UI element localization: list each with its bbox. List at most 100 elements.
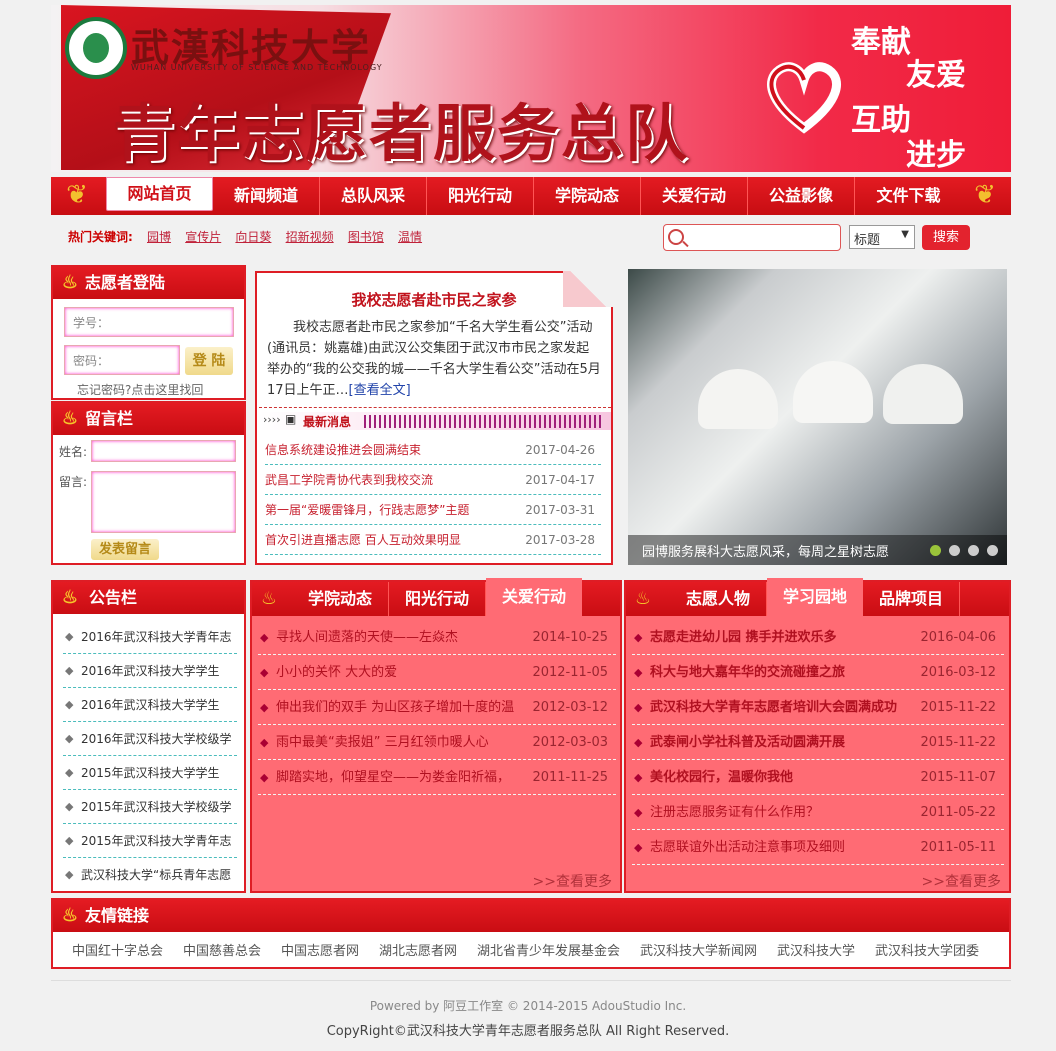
item-date: 2012-03-03 [532, 735, 608, 750]
message-textarea[interactable] [91, 471, 236, 533]
list-item[interactable]: 寻找人间遗落的天使——左焱杰 2014-10-25 [258, 620, 616, 655]
submit-message-button[interactable]: 发表留言 [91, 539, 159, 560]
notice-item[interactable]: 2016年武汉科技大学校级学 [63, 722, 237, 756]
list-item[interactable]: 科大与地大嘉年华的交流碰撞之旅 2016-03-12 [632, 655, 1004, 690]
news-date: 2017-04-17 [525, 473, 595, 487]
notice-item[interactable]: 2016年武汉科技大学青年志 [63, 620, 237, 654]
list-item[interactable]: 小小的关怀 大大的爱 2012-11-05 [258, 655, 616, 690]
notice-item[interactable]: 2015年武汉科技大学青年志 [63, 824, 237, 858]
search-input[interactable] [663, 224, 841, 251]
keyword-link[interactable]: 园博 [147, 230, 171, 244]
read-more-link[interactable]: [查看全文] [349, 383, 411, 398]
notice-item[interactable]: 2016年武汉科技大学学生 [63, 688, 237, 722]
news-date: 2017-03-31 [525, 503, 595, 517]
nav-college[interactable]: 学院动态 [534, 177, 641, 215]
news-row[interactable]: 第一届“爱暖雷锋月，行践志愿梦”主题 2017-03-31 [265, 495, 601, 525]
name-field[interactable] [91, 440, 236, 462]
item-title[interactable]: 志愿联谊外出活动注意事项及细则 [650, 840, 845, 855]
tv-icon: ▣ [285, 412, 297, 426]
item-title[interactable]: 美化校园行，温暖你我他 [650, 770, 793, 785]
list-item[interactable]: 志愿走进幼儿园 携手并进欢乐多 2016-04-06 [632, 620, 1004, 655]
item-title[interactable]: 小小的关怀 大大的爱 [276, 665, 397, 680]
notice-item[interactable]: 2015年武汉科技大学校级学 [63, 790, 237, 824]
item-title[interactable]: 志愿走进幼儿园 携手并进欢乐多 [650, 630, 837, 645]
nav-downloads[interactable]: 文件下载 [855, 177, 962, 215]
tab-people[interactable]: 志愿人物 [670, 582, 768, 616]
list-item[interactable]: 脚踏实地，仰望星空——为娄金阳祈福， 2011-11-25 [258, 760, 616, 795]
notice-item[interactable]: 2016年武汉科技大学学生 [63, 654, 237, 688]
friend-link[interactable]: 中国慈善总会 [183, 940, 261, 959]
item-title[interactable]: 脚踏实地，仰望星空——为娄金阳祈福， [276, 770, 510, 785]
nav-care[interactable]: 关爱行动 [641, 177, 748, 215]
friend-link[interactable]: 湖北志愿者网 [379, 940, 457, 959]
keyword-link[interactable]: 招新视频 [286, 230, 334, 244]
tab-care[interactable]: 关爱行动 [486, 578, 583, 616]
news-title[interactable]: 武昌工学院青协代表到我校交流 [265, 473, 433, 487]
list-item[interactable]: 武汉科技大学青年志愿者培训大会圆满成功 2015-11-22 [632, 690, 1004, 725]
item-date: 2014-10-25 [532, 630, 608, 645]
friend-link[interactable]: 湖北省青少年发展基金会 [477, 940, 620, 959]
keyword-link[interactable]: 图书馆 [348, 230, 384, 244]
item-title[interactable]: 寻找人间遗落的天使——左焱杰 [276, 630, 458, 645]
student-id-field[interactable]: 学号： [64, 307, 234, 337]
item-title[interactable]: 雨中最美“卖报姐” 三月红领巾暖人心 [276, 735, 489, 750]
more-link[interactable]: >>查看更多 [922, 871, 1001, 891]
forgot-password-link[interactable]: 忘记密码?点击这里找回 [77, 381, 203, 398]
login-header: ♨ 志愿者登陆 [53, 267, 244, 299]
feature-title[interactable]: 我校志愿者赴市民之家参 [257, 289, 611, 310]
friend-link[interactable]: 中国志愿者网 [281, 940, 359, 959]
torch-icon: ♨ [61, 587, 79, 608]
more-link[interactable]: >>查看更多 [533, 871, 612, 891]
list-item[interactable]: 雨中最美“卖报姐” 三月红领巾暖人心 2012-03-03 [258, 725, 616, 760]
nav-images[interactable]: 公益影像 [748, 177, 855, 215]
friend-link[interactable]: 中国红十字总会 [72, 940, 163, 959]
news-title[interactable]: 信息系统建设推进会圆满结束 [265, 443, 421, 457]
list-item[interactable]: 伸出我们的双手 为山区孩子增加十度的温 2012-03-12 [258, 690, 616, 725]
nav-team[interactable]: 总队风采 [320, 177, 427, 215]
chevron-down-icon: ▼ [901, 229, 909, 240]
tab-brand[interactable]: 品牌项目 [863, 582, 961, 616]
search-type-select[interactable]: 标题 ▼ [849, 225, 915, 249]
item-title[interactable]: 伸出我们的双手 为山区孩子增加十度的温 [276, 700, 514, 715]
keyword-link[interactable]: 温情 [398, 230, 422, 244]
item-title[interactable]: 注册志愿服务证有什么作用？ [650, 805, 819, 820]
item-title[interactable]: 武泰闸小学社科普及活动圆满开展 [650, 735, 845, 750]
photo-slideshow[interactable]: 园博服务展科大志愿风采，每周之星树志愿 [628, 269, 1007, 565]
keyword-link[interactable]: 向日葵 [235, 230, 271, 244]
name-label: 姓名: [59, 445, 88, 459]
tab-study[interactable]: 学习园地 [767, 578, 864, 616]
login-panel: ♨ 志愿者登陆 学号： 密码： 登 陆 忘记密码?点击这里找回 [51, 265, 246, 400]
keyword-link[interactable]: 宣传片 [185, 230, 221, 244]
notice-item[interactable]: 武汉科技大学“标兵青年志愿 [63, 858, 237, 892]
list-item[interactable]: 志愿联谊外出活动注意事项及细则 2011-05-11 [632, 830, 1004, 865]
item-title[interactable]: 科大与地大嘉年华的交流碰撞之旅 [650, 665, 845, 680]
notice-item[interactable]: 2015年武汉科技大学学生 [63, 756, 237, 790]
login-button[interactable]: 登 陆 [185, 347, 233, 375]
tab-sunshine[interactable]: 阳光行动 [389, 582, 487, 616]
nav-home[interactable]: 网站首页 [106, 177, 213, 211]
friend-link[interactable]: 武汉科技大学新闻网 [640, 940, 757, 959]
message-label: 留言: [59, 475, 88, 489]
news-row[interactable]: 首次引进直播志愿 百人互动效果明显 2017-03-28 [265, 525, 601, 555]
nav-sunshine[interactable]: 阳光行动 [427, 177, 534, 215]
tab-college[interactable]: 学院动态 [292, 582, 390, 616]
slide-caption[interactable]: 园博服务展科大志愿风采，每周之星树志愿 [642, 541, 889, 560]
slide-dot[interactable] [987, 545, 998, 556]
nav-news[interactable]: 新闻频道 [213, 177, 320, 215]
cap-photo-shape [883, 364, 963, 424]
news-title[interactable]: 首次引进直播志愿 百人互动效果明显 [265, 533, 461, 547]
item-title[interactable]: 武汉科技大学青年志愿者培训大会圆满成功 [650, 700, 897, 715]
list-item[interactable]: 注册志愿服务证有什么作用？ 2011-05-22 [632, 795, 1004, 830]
news-row[interactable]: 武昌工学院青协代表到我校交流 2017-04-17 [265, 465, 601, 495]
news-row[interactable]: 信息系统建设推进会圆满结束 2017-04-26 [265, 435, 601, 465]
list-item[interactable]: 武泰闸小学社科普及活动圆满开展 2015-11-22 [632, 725, 1004, 760]
friend-link[interactable]: 武汉科技大学 [777, 940, 855, 959]
password-field[interactable]: 密码： [64, 345, 180, 375]
news-title[interactable]: 第一届“爱暖雷锋月，行践志愿梦”主题 [265, 503, 469, 517]
list-item[interactable]: 美化校园行，温暖你我他 2015-11-07 [632, 760, 1004, 795]
friend-link[interactable]: 武汉科技大学团委 [875, 940, 979, 959]
slide-dot[interactable] [949, 545, 960, 556]
slide-dot[interactable] [968, 545, 979, 556]
search-button[interactable]: 搜索 [922, 225, 970, 250]
slide-dot-active[interactable] [930, 545, 941, 556]
